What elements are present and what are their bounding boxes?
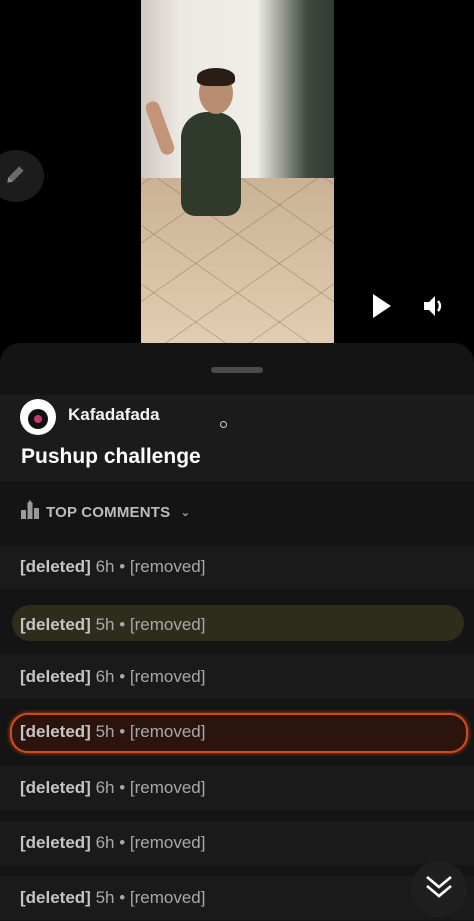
comment-text: [deleted] 6h • [removed] xyxy=(20,778,205,798)
video-person-hair xyxy=(197,68,235,86)
comment-author[interactable]: [deleted] xyxy=(20,615,91,634)
comment-text: [deleted] 5h • [removed] xyxy=(20,888,205,908)
comment-author[interactable]: [deleted] xyxy=(20,722,91,741)
scroll-down-button[interactable] xyxy=(411,861,467,917)
post-title: Pushup challenge xyxy=(21,445,201,468)
double-chevron-down-icon xyxy=(424,873,454,906)
comment-text: [deleted] 6h • [removed] xyxy=(20,667,205,687)
comment-text: [deleted] 6h • [removed] xyxy=(20,557,205,577)
comment-item[interactable]: [deleted] 5h • [removed] xyxy=(0,603,474,647)
play-button[interactable] xyxy=(370,292,394,320)
comment-meta: 6h • [removed] xyxy=(95,833,206,852)
comment-meta: 5h • [removed] xyxy=(95,722,206,741)
volume-icon xyxy=(422,296,448,324)
comment-item[interactable]: [deleted] 5h • [removed] xyxy=(0,876,474,920)
chevron-down-icon: ⌄ xyxy=(180,505,191,519)
comments-sheet: Kafadafada Pushup challenge TOP COMMENTS… xyxy=(0,343,474,921)
comment-text: [deleted] 6h • [removed] xyxy=(20,833,205,853)
comment-meta: 6h • [removed] xyxy=(95,557,206,576)
comment-author[interactable]: [deleted] xyxy=(20,778,91,797)
trophy-icon xyxy=(20,499,40,525)
comment-meta: 6h • [removed] xyxy=(95,778,206,797)
comment-item[interactable]: [deleted] 6h • [removed] xyxy=(0,545,474,589)
comment-item[interactable]: [deleted] 6h • [removed] xyxy=(0,655,474,699)
sort-label: TOP COMMENTS xyxy=(46,503,171,521)
edit-button[interactable] xyxy=(0,150,44,202)
comment-item[interactable]: [deleted] 6h • [removed] xyxy=(0,766,474,810)
comment-meta: 5h • [removed] xyxy=(95,615,206,634)
comment-text: [deleted] 5h • [removed] xyxy=(20,615,205,635)
comment-author[interactable]: [deleted] xyxy=(20,833,91,852)
sheet-drag-handle[interactable] xyxy=(211,367,263,373)
comment-author[interactable]: [deleted] xyxy=(20,557,91,576)
comment-item[interactable]: [deleted] 5h • [removed] xyxy=(0,713,474,757)
comment-author[interactable]: [deleted] xyxy=(20,888,91,907)
sort-comments-button[interactable]: TOP COMMENTS ⌄ xyxy=(20,498,190,526)
comment-text: [deleted] 5h • [removed] xyxy=(20,722,205,742)
comment-meta: 6h • [removed] xyxy=(95,667,206,686)
avatar[interactable] xyxy=(20,399,56,435)
video-player[interactable] xyxy=(0,0,474,343)
avatar-accent xyxy=(34,415,42,423)
post-header: Kafadafada Pushup challenge xyxy=(0,395,474,481)
comment-item[interactable]: [deleted] 6h • [removed] xyxy=(0,821,474,865)
volume-button[interactable] xyxy=(422,292,448,320)
video-person xyxy=(181,112,241,216)
comment-meta: 5h • [removed] xyxy=(95,888,206,907)
video-frame[interactable] xyxy=(141,0,334,343)
post-username[interactable]: Kafadafada xyxy=(68,405,160,425)
play-icon xyxy=(370,294,394,324)
status-dot-icon xyxy=(220,421,227,428)
comment-author[interactable]: [deleted] xyxy=(20,667,91,686)
pencil-icon xyxy=(3,161,29,192)
